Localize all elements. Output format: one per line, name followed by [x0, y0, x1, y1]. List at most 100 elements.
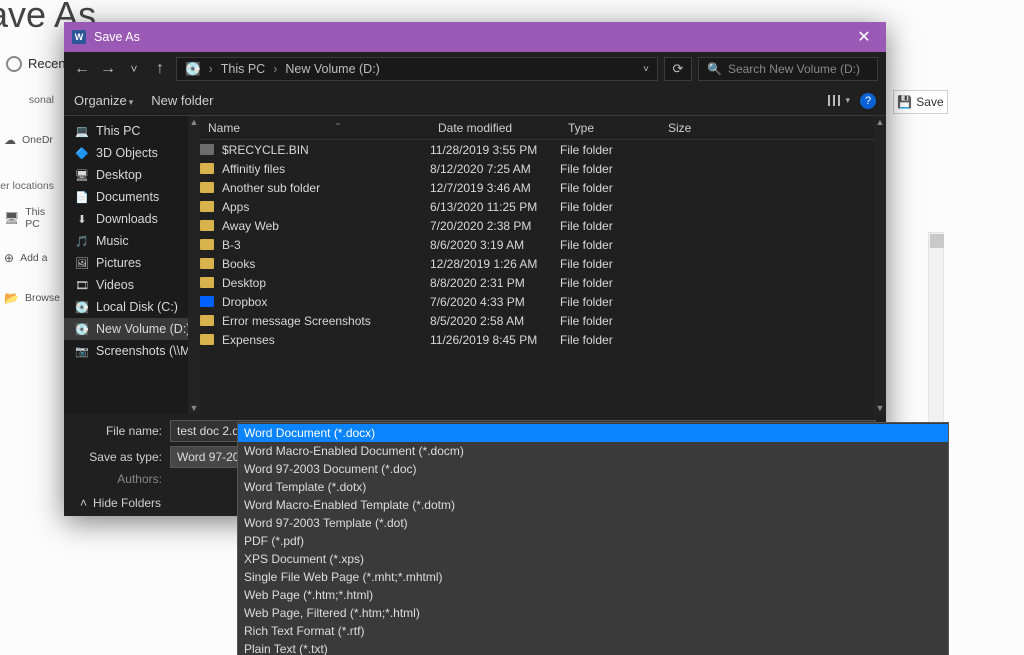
tree-item[interactable]: 💽New Volume (D:)	[64, 318, 200, 340]
search-icon: 🔍	[707, 62, 722, 76]
savetype-option[interactable]: Word Template (*.dotx)	[238, 478, 948, 496]
scroll-up-icon[interactable]	[930, 234, 944, 248]
back-circle-icon[interactable]	[6, 56, 22, 72]
savetype-option[interactable]: PDF (*.pdf)	[238, 532, 948, 550]
view-mode-button[interactable]: ▾	[828, 95, 850, 106]
pc-icon: 🖥	[4, 211, 19, 225]
tree-item[interactable]: 💽Local Disk (C:)	[64, 296, 200, 318]
tree-item[interactable]: 🎞Videos	[64, 274, 200, 296]
tree-item-icon: 💻	[74, 124, 90, 138]
chevron-up-icon: ˄	[80, 496, 87, 510]
organize-menu[interactable]: Organize▾	[74, 93, 133, 108]
search-placeholder: Search New Volume (D:)	[728, 62, 860, 76]
scroll-down-icon[interactable]: ▼	[874, 402, 886, 414]
new-folder-button[interactable]: New folder	[151, 93, 213, 108]
nav-forward[interactable]: →	[98, 60, 118, 78]
scroll-up-icon[interactable]: ▲	[188, 116, 200, 128]
file-date: 8/6/2020 3:19 AM	[430, 238, 560, 252]
tree-item[interactable]: 📄Documents	[64, 186, 200, 208]
savetype-option[interactable]: Plain Text (*.txt)	[238, 640, 948, 655]
close-button[interactable]: ✕	[850, 23, 878, 51]
savetype-option[interactable]: Web Page, Filtered (*.htm;*.html)	[238, 604, 948, 622]
tree-item[interactable]: 🖼Pictures	[64, 252, 200, 274]
savetype-option[interactable]: Word Document (*.docx)	[238, 424, 948, 442]
file-date: 7/20/2020 2:38 PM	[430, 219, 560, 233]
personal-label: sonal	[0, 94, 54, 106]
add-place-item[interactable]: ⊕ Add a	[0, 238, 62, 278]
savetype-option[interactable]: Word Macro-Enabled Template (*.dotm)	[238, 496, 948, 514]
file-row[interactable]: Desktop8/8/2020 2:31 PMFile folder	[200, 273, 886, 292]
folder-open-icon: 📂	[4, 291, 19, 305]
file-name: Apps	[222, 200, 249, 214]
file-row[interactable]: Another sub folder12/7/2019 3:46 AMFile …	[200, 178, 886, 197]
savetype-option[interactable]: Word Macro-Enabled Document (*.docm)	[238, 442, 948, 460]
file-name: B-3	[222, 238, 241, 252]
help-button[interactable]: ?	[860, 93, 876, 109]
file-row[interactable]: Away Web7/20/2020 2:38 PMFile folder	[200, 216, 886, 235]
savetype-option[interactable]: XPS Document (*.xps)	[238, 550, 948, 568]
scroll-down-icon[interactable]: ▼	[188, 402, 200, 414]
scroll-up-icon[interactable]: ▲	[874, 116, 886, 128]
tree-item[interactable]: 🎵Music	[64, 230, 200, 252]
help-icon: ?	[865, 95, 871, 107]
crumb-leaf[interactable]: New Volume (D:)	[285, 62, 379, 76]
file-row[interactable]: Expenses11/26/2019 8:45 PMFile folder	[200, 330, 886, 349]
savetype-option[interactable]: Single File Web Page (*.mht;*.mhtml)	[238, 568, 948, 586]
col-type[interactable]: Type	[560, 121, 660, 135]
file-list: $RECYCLE.BIN11/28/2019 3:55 PMFile folde…	[200, 140, 886, 349]
savetype-option[interactable]: Web Page (*.htm;*.html)	[238, 586, 948, 604]
file-row[interactable]: Apps6/13/2020 11:25 PMFile folder	[200, 197, 886, 216]
tree-item-icon: ⬇	[74, 212, 90, 226]
dialog-title: Save As	[94, 30, 140, 44]
file-row[interactable]: Affinitiy files8/12/2020 7:25 AMFile fol…	[200, 159, 886, 178]
file-name: Dropbox	[222, 295, 267, 309]
file-row[interactable]: B-38/6/2020 3:19 AMFile folder	[200, 235, 886, 254]
col-size[interactable]: Size	[660, 121, 886, 135]
tree-item[interactable]: 📷Screenshots (\\M	[64, 340, 200, 362]
file-date: 8/12/2020 7:25 AM	[430, 162, 560, 176]
savetype-option[interactable]: Rich Text Format (*.rtf)	[238, 622, 948, 640]
folder-icon	[200, 163, 214, 174]
nav-back[interactable]: ←	[72, 60, 92, 78]
col-name[interactable]: Nameˆ	[200, 121, 430, 135]
save-button[interactable]: 💾 Save	[893, 90, 948, 114]
file-date: 11/26/2019 8:45 PM	[430, 333, 560, 347]
chevron-down-icon[interactable]: ˅	[643, 64, 649, 75]
browse-item[interactable]: 📂 Browse	[0, 278, 62, 318]
file-row[interactable]: Error message Screenshots8/5/2020 2:58 A…	[200, 311, 886, 330]
file-row[interactable]: Dropbox7/6/2020 4:33 PMFile folder	[200, 292, 886, 311]
tree-item-label: Downloads	[96, 212, 158, 226]
tree-item-label: Videos	[96, 278, 134, 292]
col-date[interactable]: Date modified	[430, 121, 560, 135]
tree-item[interactable]: ⬇ Downloads	[64, 208, 200, 230]
onedrive-item[interactable]: ☁ OneDr	[0, 120, 62, 160]
nav-tree: 💻This PC🔷3D Objects🖥Desktop📄Documents ⬇ Do…	[64, 116, 200, 414]
breadcrumb[interactable]: 💽 › This PC › New Volume (D:) ˅	[176, 57, 658, 81]
file-type: File folder	[560, 162, 660, 176]
tree-item[interactable]: 💻This PC	[64, 120, 200, 142]
savetype-option[interactable]: Word 97-2003 Template (*.dot)	[238, 514, 948, 532]
file-name: Another sub folder	[222, 181, 320, 195]
tree-item[interactable]: 🔷3D Objects	[64, 142, 200, 164]
file-name: Away Web	[222, 219, 279, 233]
this-pc-item[interactable]: 🖥 This PC	[0, 198, 62, 238]
file-date: 8/5/2020 2:58 AM	[430, 314, 560, 328]
tree-item[interactable]: 🖥Desktop	[64, 164, 200, 186]
folder-icon	[200, 182, 214, 193]
search-input[interactable]: 🔍 Search New Volume (D:)	[698, 57, 878, 81]
chevron-down-icon[interactable]: ˅	[124, 62, 144, 76]
nav-up[interactable]: ↑	[150, 60, 170, 78]
tree-scrollbar[interactable]: ▲▼	[188, 116, 200, 414]
file-row[interactable]: Books12/28/2019 1:26 AMFile folder	[200, 254, 886, 273]
tree-item-icon: 🎵	[74, 234, 90, 248]
refresh-button[interactable]: ⟳	[664, 57, 692, 81]
file-row[interactable]: $RECYCLE.BIN11/28/2019 3:55 PMFile folde…	[200, 140, 886, 159]
folder-icon	[200, 315, 214, 326]
tree-item-icon: 💽	[74, 300, 90, 314]
file-scrollbar[interactable]: ▲ ▼	[874, 116, 886, 414]
file-name: $RECYCLE.BIN	[222, 143, 309, 157]
savetype-label: Save as type:	[74, 450, 170, 464]
savetype-option[interactable]: Word 97-2003 Document (*.doc)	[238, 460, 948, 478]
tree-item-icon: 💽	[74, 322, 90, 336]
crumb-root[interactable]: This PC	[221, 62, 265, 76]
